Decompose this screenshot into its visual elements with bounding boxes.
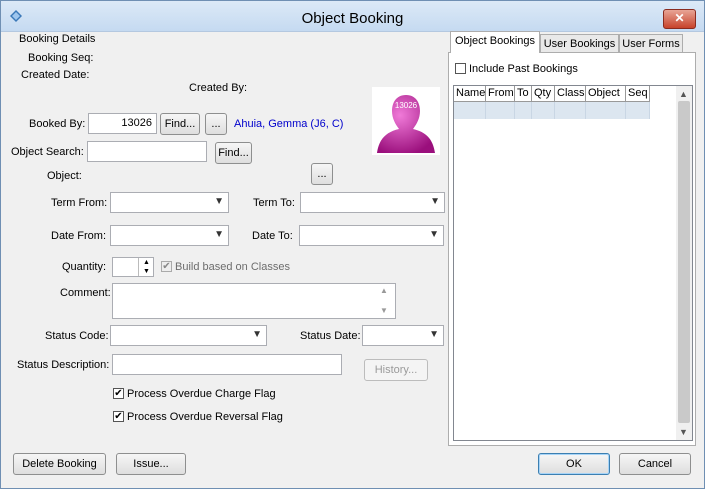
date-to-label: Date To: — [252, 230, 293, 242]
grid-column-header[interactable]: Name — [454, 86, 486, 102]
status-date-select[interactable]: ▼ — [362, 325, 444, 346]
comment-label: Comment: — [60, 287, 111, 299]
term-to-label: Term To: — [253, 197, 295, 209]
comment-textarea[interactable]: ▲ ▼ — [112, 283, 396, 319]
tab-user-bookings[interactable]: User Bookings — [540, 34, 619, 54]
object-search-input[interactable] — [87, 141, 207, 162]
object-browse-button[interactable]: ... — [311, 163, 333, 185]
chevron-down-icon: ▼ — [429, 329, 439, 340]
quantity-stepper[interactable]: ▲ ▼ — [112, 257, 154, 277]
stepper-up-icon[interactable]: ▲ — [138, 258, 153, 267]
process-overdue-reversal-checkbox[interactable]: ✔ — [113, 411, 124, 422]
status-date-label: Status Date: — [300, 330, 361, 342]
quantity-label: Quantity: — [62, 261, 107, 273]
section-title: Booking Details — [19, 33, 96, 45]
object-search-find-button[interactable]: Find... — [215, 142, 252, 164]
object-booking-window: Object Booking ✕ Booking Details Booking… — [0, 0, 705, 489]
grid-column-header[interactable]: Qty — [532, 86, 555, 102]
status-description-input[interactable] — [112, 354, 342, 375]
table-row[interactable] — [486, 102, 515, 119]
history-button[interactable]: History... — [364, 359, 428, 381]
chevron-down-icon: ▼ — [252, 329, 262, 340]
date-to-select[interactable]: ▼ — [299, 225, 444, 246]
issue-button[interactable]: Issue... — [116, 453, 186, 475]
term-from-select[interactable]: ▼ — [110, 192, 229, 213]
include-past-bookings-label: Include Past Bookings — [469, 63, 578, 75]
comment-scroll-down-icon[interactable]: ▼ — [380, 306, 388, 315]
term-from-label: Term From: — [51, 197, 108, 209]
status-code-select[interactable]: ▼ — [110, 325, 267, 346]
status-description-label: Status Description: — [17, 359, 110, 371]
grid-scrollbar[interactable]: ▲ ▼ — [676, 86, 692, 440]
table-row[interactable] — [626, 102, 650, 119]
date-from-label: Date From: — [51, 230, 107, 242]
table-row[interactable] — [555, 102, 586, 119]
build-based-on-classes-checkbox[interactable]: ✔ — [161, 261, 172, 272]
chevron-down-icon: ▼ — [430, 196, 440, 207]
table-row[interactable] — [532, 102, 555, 119]
chevron-down-icon: ▼ — [214, 196, 224, 207]
user-silhouette-icon: 13026 — [372, 87, 440, 155]
created-by-label: Created By: — [189, 82, 248, 94]
process-overdue-charge-label: Process Overdue Charge Flag — [127, 388, 276, 400]
object-search-label: Object Search: — [11, 146, 84, 158]
object-label: Object: — [47, 170, 82, 182]
booked-by-browse-button[interactable]: ... — [205, 113, 227, 135]
ok-button[interactable]: OK — [538, 453, 610, 475]
chevron-down-icon: ▼ — [429, 229, 439, 240]
avatar-badge: 13026 — [394, 101, 418, 110]
build-based-on-classes-label: Build based on Classes — [175, 261, 290, 273]
title-bar: Object Booking ✕ — [1, 1, 704, 32]
booked-by-find-button[interactable]: Find... — [160, 113, 200, 135]
tab-object-bookings[interactable]: Object Bookings — [450, 31, 540, 53]
scrollbar-thumb[interactable] — [678, 101, 690, 423]
scroll-down-icon[interactable]: ▼ — [679, 427, 688, 437]
grid-column-header[interactable]: To — [515, 86, 532, 102]
booked-by-input[interactable]: 13026 — [88, 113, 157, 134]
grid-column-header[interactable]: Class — [555, 86, 586, 102]
chevron-down-icon: ▼ — [214, 229, 224, 240]
tab-user-forms[interactable]: User Forms — [619, 34, 683, 54]
scroll-up-icon[interactable]: ▲ — [679, 89, 688, 99]
window-title: Object Booking — [301, 10, 404, 27]
table-row[interactable] — [515, 102, 532, 119]
table-row[interactable] — [454, 102, 486, 119]
close-button[interactable]: ✕ — [663, 9, 696, 29]
process-overdue-charge-checkbox[interactable]: ✔ — [113, 388, 124, 399]
status-code-label: Status Code: — [45, 330, 109, 342]
cancel-button[interactable]: Cancel — [619, 453, 691, 475]
bookings-grid[interactable]: Name From To Qty Class Object Seq ▲ ▼ — [453, 85, 693, 441]
booked-by-name-link[interactable]: Ahuia, Gemma (J6, C) — [234, 118, 343, 130]
include-past-bookings-checkbox[interactable] — [455, 63, 466, 74]
booking-seq-label: Booking Seq: — [28, 52, 94, 64]
comment-scroll-up-icon[interactable]: ▲ — [380, 286, 388, 295]
booked-by-label: Booked By: — [29, 118, 86, 130]
grid-column-header[interactable]: Seq — [626, 86, 650, 102]
date-from-select[interactable]: ▼ — [110, 225, 229, 246]
stepper-down-icon[interactable]: ▼ — [138, 267, 153, 276]
created-date-label: Created Date: — [21, 69, 90, 81]
term-to-select[interactable]: ▼ — [300, 192, 445, 213]
grid-column-header[interactable]: From — [486, 86, 515, 102]
grid-column-header[interactable]: Object — [586, 86, 626, 102]
delete-booking-button[interactable]: Delete Booking — [13, 453, 106, 475]
process-overdue-reversal-label: Process Overdue Reversal Flag — [127, 411, 283, 423]
table-row[interactable] — [586, 102, 626, 119]
